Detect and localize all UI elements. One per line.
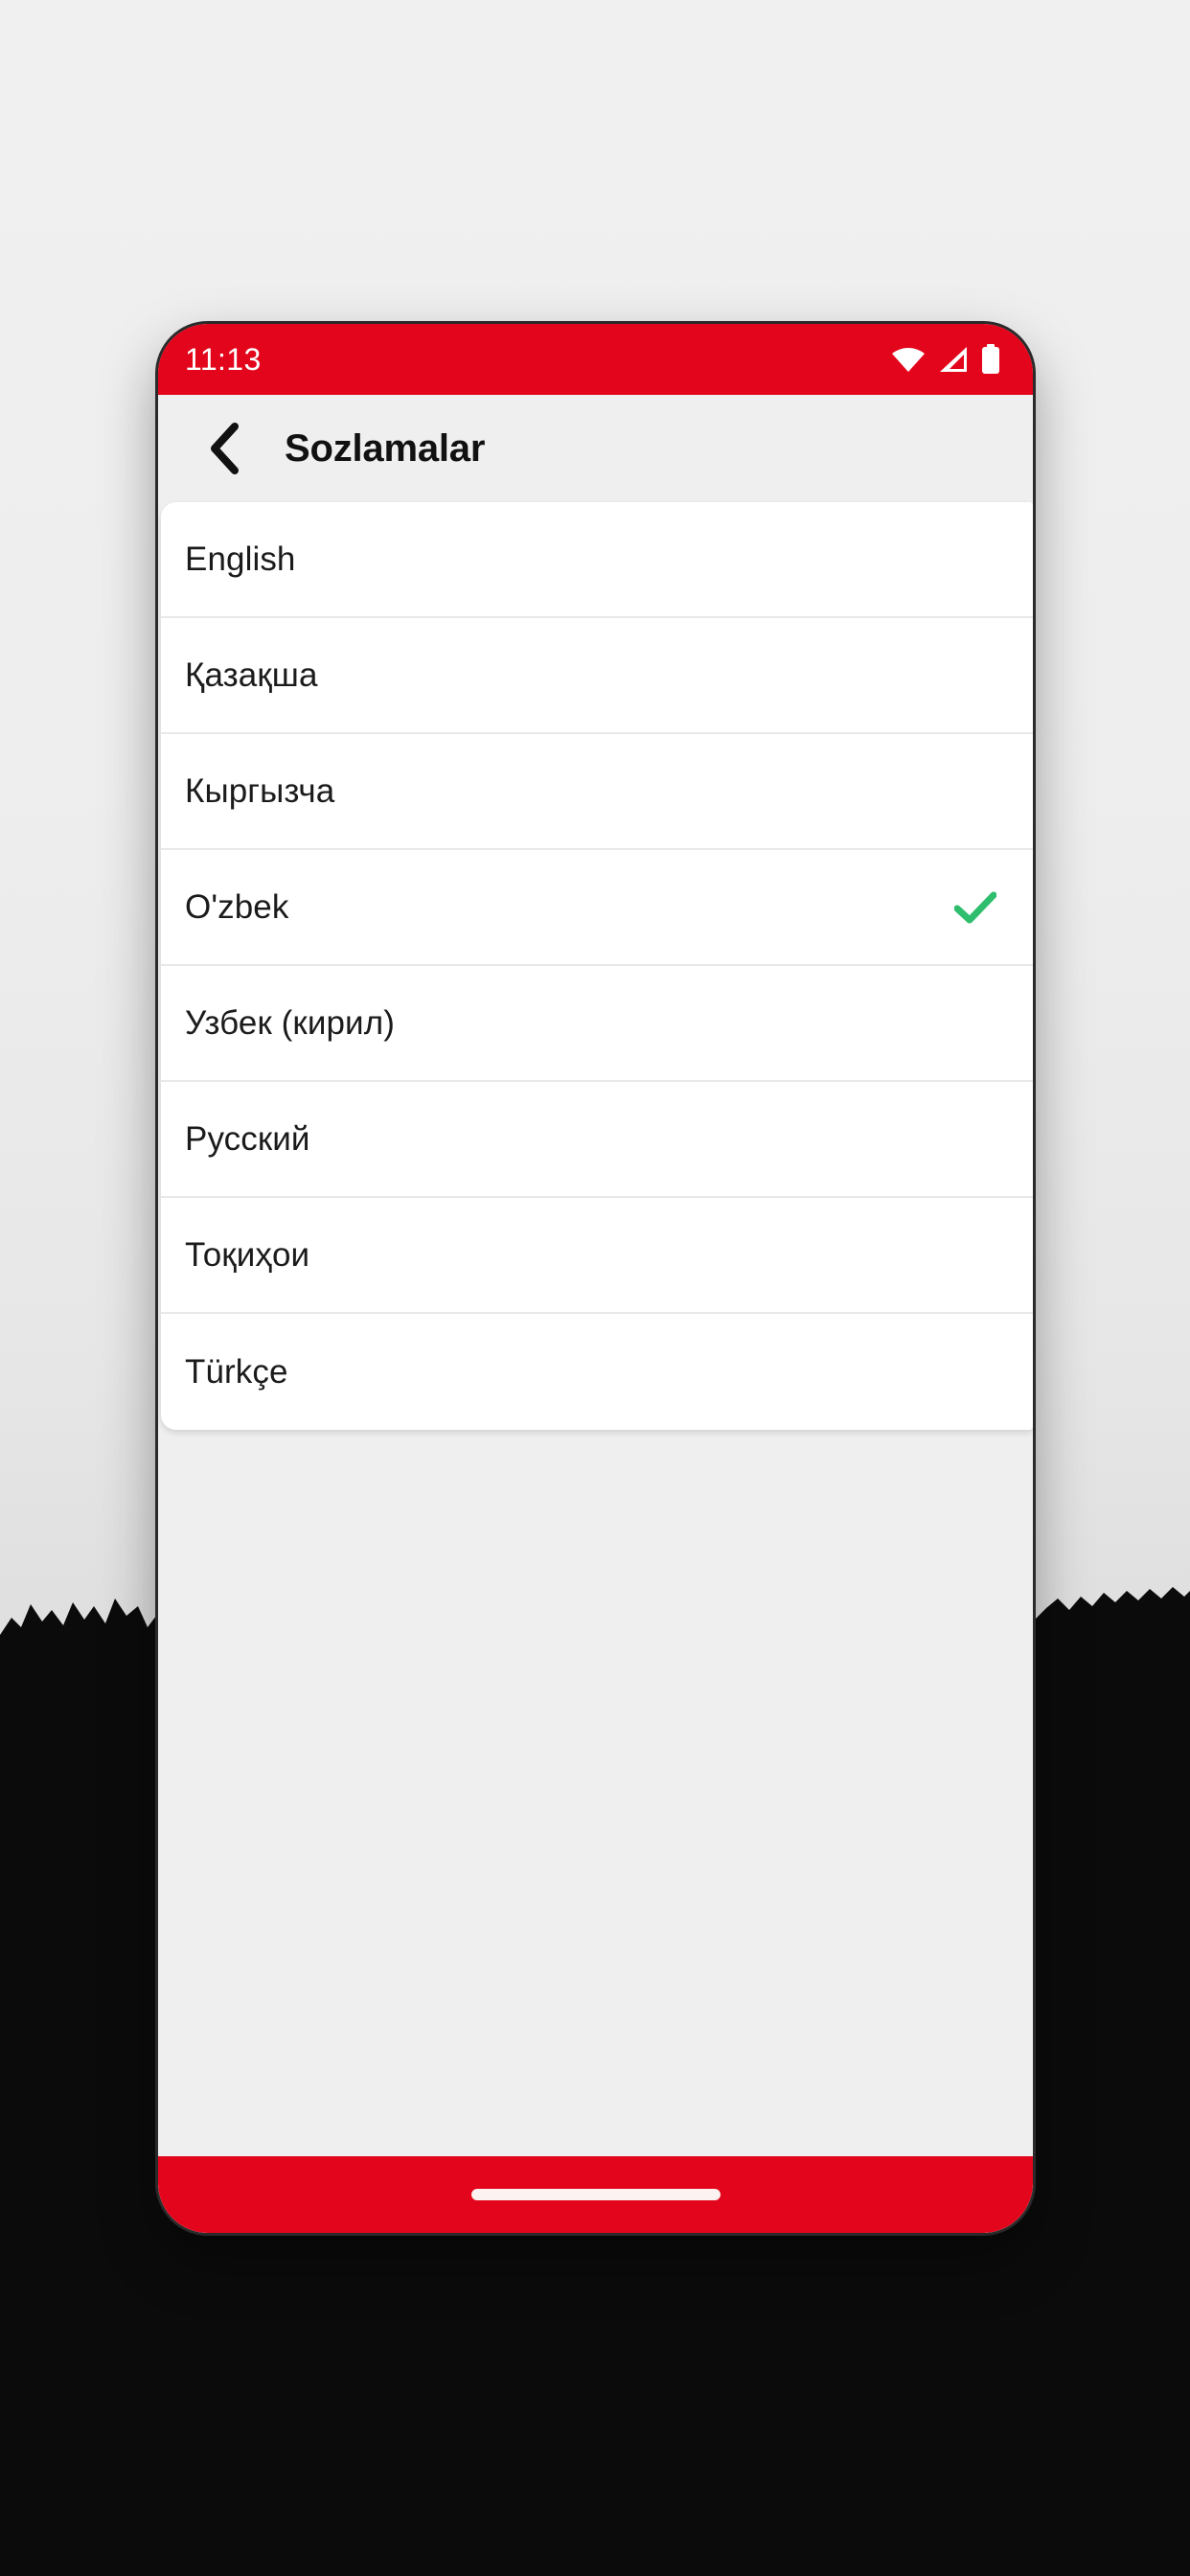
list-item-label: Узбек (кирил) — [185, 1003, 395, 1042]
app-bar: Sozlamalar — [158, 395, 1033, 502]
list-item[interactable]: English — [161, 502, 1033, 618]
status-bar-icons — [891, 344, 1000, 375]
list-item[interactable]: Кыргызча — [161, 734, 1033, 850]
status-bar: 11:13 — [158, 324, 1033, 395]
list-item-label: Қазақша — [185, 656, 318, 694]
status-bar-clock: 11:13 — [185, 342, 262, 377]
system-navigation-bar — [158, 2156, 1033, 2233]
list-item-label: Türkçe — [185, 1352, 288, 1391]
cellular-signal-icon — [938, 346, 969, 373]
list-item-label: English — [185, 540, 296, 578]
list-item[interactable]: Русский — [161, 1082, 1033, 1198]
chevron-left-icon — [208, 423, 240, 474]
list-item-label: Тоқиҳои — [185, 1235, 310, 1274]
screen-content: English Қазақша Кыргызча O'zbek Узбек (к… — [158, 502, 1033, 2233]
list-item[interactable]: Қазақша — [161, 618, 1033, 734]
check-icon — [950, 883, 1000, 932]
list-item[interactable]: Тоқиҳои — [161, 1198, 1033, 1314]
phone-device-frame: 11:13 Sozlamalar English Қазақша Кыргызч… — [158, 324, 1033, 2233]
home-gesture-pill[interactable] — [470, 2189, 721, 2200]
back-button[interactable] — [187, 411, 262, 486]
list-item-selected[interactable]: O'zbek — [161, 850, 1033, 966]
page-title: Sozlamalar — [285, 426, 486, 470]
list-item-label: Русский — [185, 1119, 310, 1158]
wifi-icon — [891, 346, 926, 373]
list-item[interactable]: Türkçe — [161, 1314, 1033, 1430]
list-item-label: O'zbek — [185, 887, 289, 926]
list-item[interactable]: Узбек (кирил) — [161, 966, 1033, 1082]
list-item-label: Кыргызча — [185, 771, 335, 810]
language-list: English Қазақша Кыргызча O'zbek Узбек (к… — [161, 502, 1033, 1430]
battery-icon — [981, 344, 1000, 375]
